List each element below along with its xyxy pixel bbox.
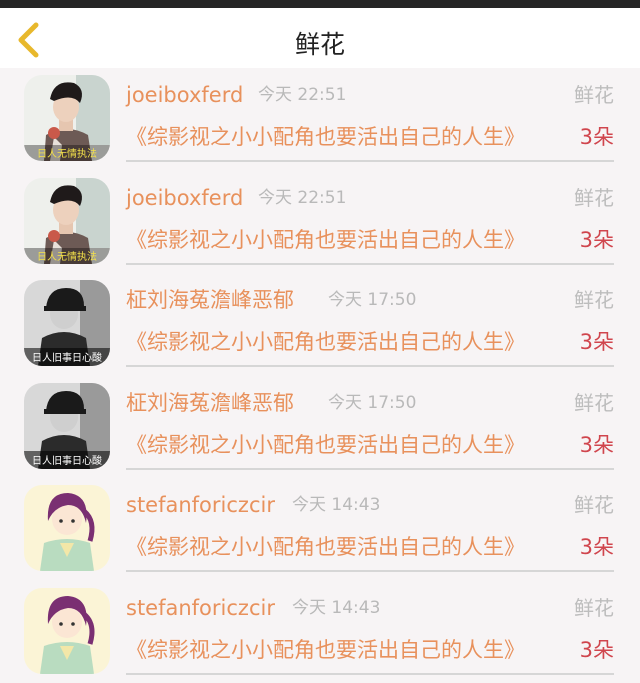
gift-type-label: 鲜花: [574, 183, 614, 213]
user-name[interactable]: stefanforiczcir: [126, 593, 275, 623]
book-title-link[interactable]: 《综影视之小小配角也要活出自己的人生》: [126, 532, 525, 562]
user-name[interactable]: joeiboxferd: [126, 183, 243, 213]
gift-type-label: 鲜花: [574, 490, 614, 520]
svg-text:日人无情执法: 日人无情执法: [37, 250, 97, 263]
gift-type-label: 鲜花: [574, 593, 614, 623]
gift-type-label: 鲜花: [574, 388, 614, 418]
timestamp: 今天 14:43: [292, 595, 380, 621]
avatar[interactable]: [24, 588, 110, 674]
page-title: 鲜花: [0, 28, 640, 62]
user-name[interactable]: 柾刘海菟澹峰恶郁: [126, 388, 294, 418]
gift-type-label: 鲜花: [574, 80, 614, 110]
avatar[interactable]: 日人旧事日心酸: [24, 383, 110, 469]
timestamp: 今天 22:51: [258, 82, 346, 108]
flower-count: 3朵: [580, 532, 614, 562]
timestamp: 今天 22:51: [258, 185, 346, 211]
divider: [126, 468, 614, 470]
svg-text:日人旧事日心酸: 日人旧事日心酸: [32, 351, 102, 364]
flower-count: 3朵: [580, 122, 614, 152]
divider: [126, 570, 614, 572]
list-item[interactable]: stefanforiczcir 今天 14:43 鲜花 《综影视之小小配角也要活…: [0, 581, 640, 683]
gift-type-label: 鲜花: [574, 285, 614, 315]
flower-count: 3朵: [580, 327, 614, 357]
list-item[interactable]: stefanforiczcir 今天 14:43 鲜花 《综影视之小小配角也要活…: [0, 478, 640, 581]
divider: [126, 365, 614, 367]
user-name[interactable]: 柾刘海菟澹峰恶郁: [126, 285, 294, 315]
user-name[interactable]: stefanforiczcir: [126, 490, 275, 520]
book-title-link[interactable]: 《综影视之小小配角也要活出自己的人生》: [126, 122, 525, 152]
timestamp: 今天 17:50: [328, 390, 416, 416]
list-item[interactable]: 日人无情执法 joeiboxferd 今天 22:51 鲜花 《综影视之小小配角…: [0, 68, 640, 171]
book-title-link[interactable]: 《综影视之小小配角也要活出自己的人生》: [126, 635, 525, 665]
status-bar: [0, 0, 640, 8]
timestamp: 今天 14:43: [292, 492, 380, 518]
flower-count: 3朵: [580, 430, 614, 460]
timestamp: 今天 17:50: [328, 287, 416, 313]
flower-list: 日人无情执法 joeiboxferd 今天 22:51 鲜花 《综影视之小小配角…: [0, 68, 640, 683]
list-item[interactable]: 日人旧事日心酸 柾刘海菟澹峰恶郁 今天 17:50 鲜花 《综影视之小小配角也要…: [0, 273, 640, 376]
svg-text:日人旧事日心酸: 日人旧事日心酸: [32, 454, 102, 467]
avatar[interactable]: [24, 485, 110, 571]
user-name[interactable]: joeiboxferd: [126, 80, 243, 110]
book-title-link[interactable]: 《综影视之小小配角也要活出自己的人生》: [126, 225, 525, 255]
flower-count: 3朵: [580, 635, 614, 665]
avatar[interactable]: 日人旧事日心酸: [24, 280, 110, 366]
svg-text:日人无情执法: 日人无情执法: [37, 147, 97, 160]
book-title-link[interactable]: 《综影视之小小配角也要活出自己的人生》: [126, 430, 525, 460]
list-item[interactable]: 日人旧事日心酸 柾刘海菟澹峰恶郁 今天 17:50 鲜花 《综影视之小小配角也要…: [0, 376, 640, 479]
avatar[interactable]: 日人无情执法: [24, 75, 110, 161]
divider: [126, 160, 614, 162]
flower-count: 3朵: [580, 225, 614, 255]
list-item[interactable]: 日人无情执法 joeiboxferd 今天 22:51 鲜花 《综影视之小小配角…: [0, 171, 640, 274]
divider: [126, 673, 614, 675]
book-title-link[interactable]: 《综影视之小小配角也要活出自己的人生》: [126, 327, 525, 357]
avatar[interactable]: 日人无情执法: [24, 178, 110, 264]
top-bar: 鲜花: [0, 8, 640, 68]
divider: [126, 263, 614, 265]
